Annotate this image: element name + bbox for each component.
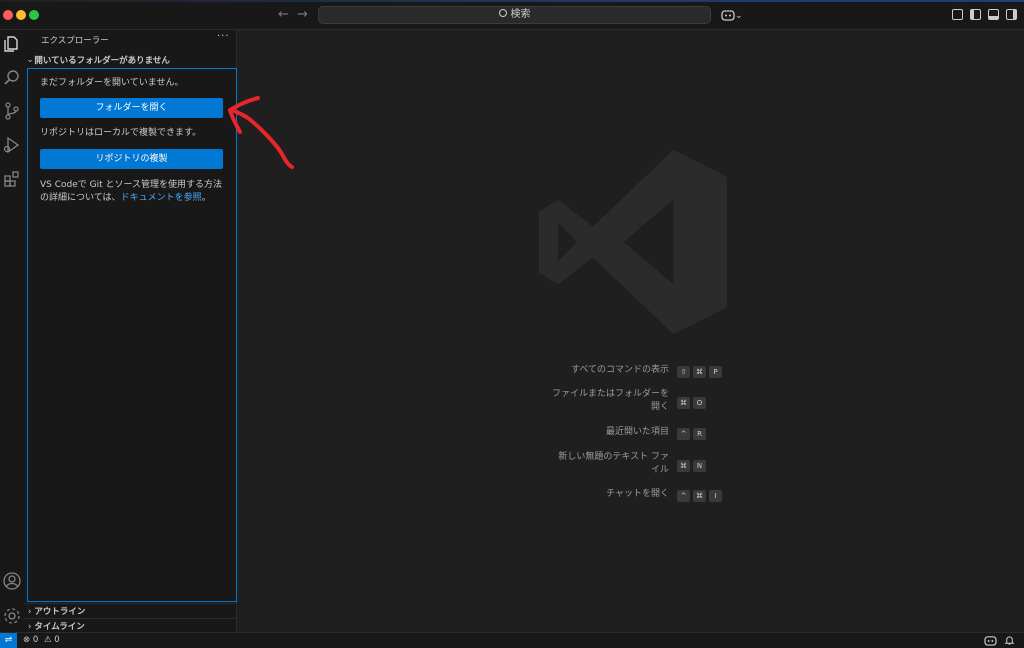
- gear-icon[interactable]: [2, 606, 22, 626]
- copilot-chevron-icon: ⌄: [735, 11, 743, 21]
- clone-repository-button[interactable]: リポジトリの複製: [40, 149, 223, 169]
- keybinding: ⌘ N: [677, 458, 709, 472]
- vscode-watermark-icon: [539, 149, 728, 335]
- key-cap: ^: [677, 490, 690, 502]
- no-folder-section-header[interactable]: ›開いているフォルダーがありません: [24, 54, 170, 66]
- key-cap: ⌘: [677, 397, 690, 409]
- run-debug-icon[interactable]: [2, 135, 22, 155]
- error-count: 0: [32, 635, 39, 645]
- key-cap: R: [693, 428, 706, 440]
- keybinding: ⇧ ⌘ P: [677, 364, 725, 378]
- documentation-link[interactable]: ドキュメントを参照: [121, 193, 202, 203]
- chevron-right-icon: ›: [28, 607, 32, 617]
- chevron-right-icon: ›: [28, 622, 32, 632]
- warning-icon: ⚠: [43, 635, 52, 645]
- section-title: 開いているフォルダーがありません: [34, 56, 170, 66]
- copilot-menu-button[interactable]: ⌄: [721, 7, 743, 21]
- command-hint-label: 新しい無題のテキスト ファ イル: [558, 451, 669, 477]
- label-line: 開く: [650, 402, 669, 412]
- no-folder-message: まだフォルダーを開いていません。: [40, 78, 184, 88]
- key-cap: O: [693, 397, 706, 409]
- section-divider: [24, 618, 237, 619]
- clone-message: リポジトリはローカルで複製できます。: [40, 128, 202, 138]
- section-divider: [24, 603, 237, 604]
- timeline-label: タイムライン: [34, 622, 85, 632]
- key-cap: N: [693, 460, 706, 472]
- keybinding: ^ ⌘ I: [677, 488, 725, 502]
- search-icon[interactable]: [2, 68, 22, 88]
- maximize-window-button[interactable]: [29, 10, 39, 20]
- annotation-arrow-icon: [228, 96, 294, 169]
- toggle-panel-icon[interactable]: [988, 9, 999, 20]
- warning-count: 0: [54, 635, 60, 645]
- extensions-icon[interactable]: [2, 169, 22, 189]
- key-cap: ⇧: [677, 366, 690, 378]
- git-info-prefix: の詳細については、: [40, 193, 121, 203]
- command-hint-label: 最近開いた項目: [605, 427, 669, 437]
- key-cap: ⌘: [693, 490, 706, 502]
- command-hint-label: チャットを開く: [606, 489, 669, 499]
- copilot-icon: [721, 9, 735, 21]
- key-cap: P: [709, 366, 722, 378]
- remote-indicator-icon[interactable]: ⇌: [0, 633, 17, 648]
- keybinding: ^ R: [677, 426, 709, 440]
- toggle-primary-sidebar-icon[interactable]: [970, 9, 981, 20]
- error-icon: ⊗: [23, 635, 31, 645]
- explorer-sidebar: エクスプローラー ··· ›開いているフォルダーがありません まだフォルダーを開…: [24, 30, 237, 632]
- close-window-button[interactable]: [3, 10, 13, 20]
- git-info-line1: VS Codeで Git とソース管理を使用する方法: [40, 180, 223, 190]
- customize-layout-icon[interactable]: [952, 9, 963, 20]
- key-cap: ⌘: [693, 366, 706, 378]
- key-cap: ^: [677, 428, 690, 440]
- command-center-search[interactable]: 検索: [318, 6, 711, 24]
- keybinding: ⌘ O: [677, 395, 709, 409]
- command-hint-label: ファイルまたはフォルダーを 開く: [552, 388, 669, 414]
- problems-indicator[interactable]: ⊗ 0 ⚠ 0: [23, 635, 60, 645]
- bell-icon[interactable]: [1004, 635, 1015, 646]
- activity-bar: [0, 30, 24, 632]
- chevron-down-icon: ›: [24, 59, 35, 63]
- label-line: イル: [650, 465, 669, 475]
- back-arrow-icon[interactable]: ←: [278, 7, 289, 22]
- sidebar-title: エクスプローラー: [41, 36, 109, 46]
- command-hint-label: すべてのコマンドの表示: [570, 365, 669, 375]
- label-line: ファイルまたはフォルダーを: [551, 389, 669, 399]
- status-bar: ⇌ ⊗ 0 ⚠ 0: [0, 632, 1024, 648]
- timeline-section-header[interactable]: › タイムライン: [28, 620, 85, 632]
- git-info-line2: の詳細については、ドキュメントを参照。: [40, 192, 211, 205]
- minimize-window-button[interactable]: [16, 10, 26, 20]
- editor-area: すべてのコマンドの表示 ⇧ ⌘ P ファイルまたはフォルダーを 開く ⌘ O 最近開い…: [238, 30, 1024, 632]
- outline-section-header[interactable]: › アウトライン: [28, 605, 85, 617]
- forward-arrow-icon[interactable]: →: [297, 7, 308, 22]
- label-line: 新しい無題のテキスト ファ: [558, 452, 669, 462]
- source-control-icon[interactable]: [2, 101, 22, 121]
- copilot-status-icon[interactable]: [984, 635, 997, 646]
- search-label: 検索: [510, 9, 531, 20]
- open-folder-button[interactable]: フォルダーを開く: [40, 98, 223, 118]
- explorer-icon[interactable]: [2, 34, 22, 54]
- toggle-secondary-sidebar-icon[interactable]: [1006, 9, 1017, 20]
- more-actions-icon[interactable]: ···: [217, 31, 230, 42]
- search-icon: [498, 9, 507, 17]
- key-cap: ⌘: [677, 460, 690, 472]
- git-info-suffix: 。: [201, 193, 211, 203]
- title-bar: ← → 検索 ⌄: [0, 0, 1024, 30]
- account-icon[interactable]: [2, 571, 22, 591]
- outline-label: アウトライン: [34, 607, 86, 617]
- key-cap: I: [709, 490, 722, 502]
